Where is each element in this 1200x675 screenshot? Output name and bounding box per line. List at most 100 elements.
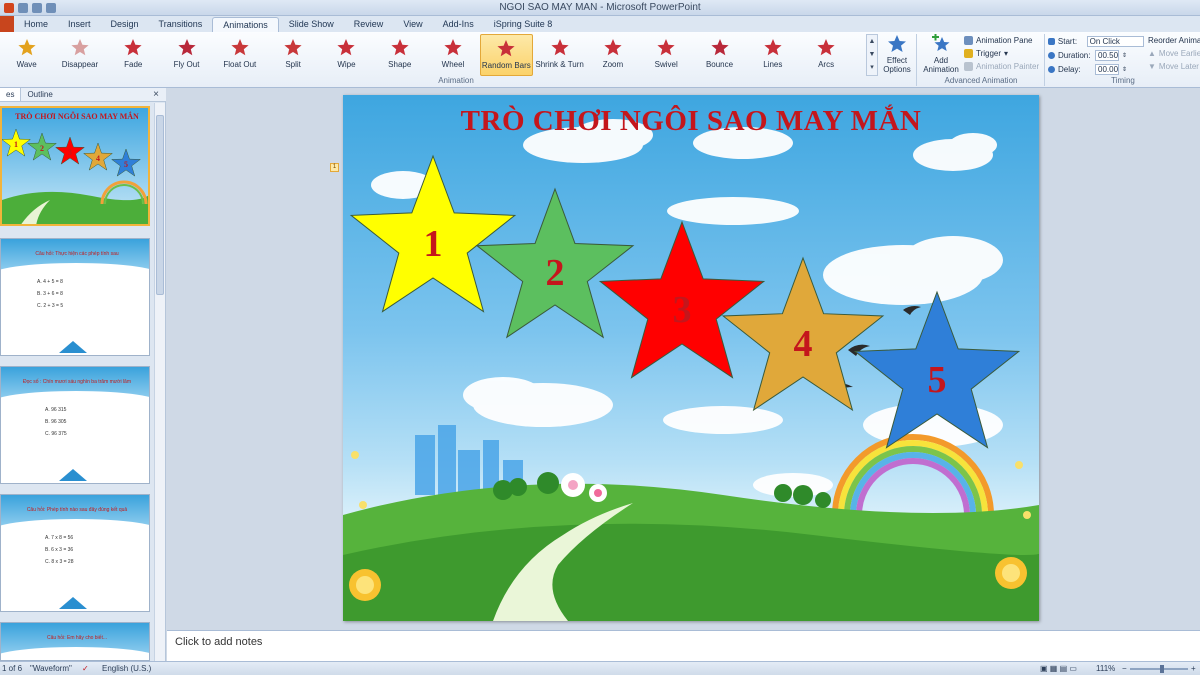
thumbnail-star-number: 4 [96,154,100,163]
animation-lines[interactable]: Lines [746,34,799,76]
effect-options-icon [888,35,906,52]
animation-arcs[interactable]: Arcs [799,34,852,76]
ribbon-separator [916,34,917,86]
slide-canvas[interactable]: 1 2 3 4 5 TRÒ CHƠI NGÔI SAO MAY MẮN [343,95,1039,621]
zoom-in-icon[interactable]: + [1191,664,1196,673]
zoom-slider-knob[interactable] [1160,665,1164,673]
animation-label: Shrink & Turn [535,60,584,69]
animation-painter-button[interactable]: Animation Painter [964,60,1044,73]
language-indicator[interactable]: English (U.S.) [102,664,151,673]
animation-label: Disappear [61,60,99,69]
animation-label: Shape [388,60,412,69]
move-earlier-button[interactable]: ▲ Move Earlier [1148,47,1200,60]
delay-spinner[interactable]: ⇕ [1122,66,1127,73]
animation-pane-icon [964,36,973,45]
star-icon [817,39,835,56]
animation-pane-button[interactable]: Animation Pane [964,34,1044,47]
animation-swivel[interactable]: Swivel [640,34,693,76]
tab-design[interactable]: Design [101,17,149,32]
star-icon [284,39,302,56]
delay-icon [1048,65,1055,73]
animation-label: Wave [16,60,37,69]
animation-shrink-turn[interactable]: Shrink & Turn [533,34,586,76]
animation-disappear[interactable]: Disappear [53,34,106,76]
thumbnail-title: TRÒ CHƠI NGÔI SAO MAY MẮN [15,112,139,121]
tab-ispring[interactable]: iSpring Suite 8 [484,17,563,32]
animation-split[interactable]: Split [266,34,319,76]
notes-placeholder[interactable]: Click to add notes [175,636,262,648]
start-icon [1048,37,1055,45]
view-buttons[interactable]: ▣ ▦ ▤ ▭ [1040,664,1077,673]
thumbnail-option: A. 4 + 5 = 8 [37,279,63,285]
effect-options-button[interactable]: Effect Options [880,34,914,76]
tab-view[interactable]: View [393,17,432,32]
panel-scrollbar[interactable] [154,103,165,661]
star-icon [764,39,782,56]
animation-order-marker[interactable]: 1 [330,163,339,172]
star-icon [177,39,196,56]
notes-pane[interactable]: Click to add notes [167,630,1200,661]
star-icon [444,39,462,56]
gallery-scroll[interactable]: ▲ ▼ ▾ [866,34,878,76]
thumbnail-option: B. 3 + 6 = 8 [37,291,63,297]
star-icon [231,39,249,56]
star-2[interactable]: 2 [475,187,635,339]
star-number: 2 [546,252,565,294]
tab-add-ins[interactable]: Add-Ins [433,17,484,32]
animation-shape[interactable]: Shape [373,34,426,76]
window-title: NGOI SAO MAY MAN - Microsoft PowerPoint [499,2,701,13]
move-later-button[interactable]: ▼ Move Later [1148,60,1200,73]
thumbnail-question: Câu hỏi: Phép tính nào sau đây đúng kết … [26,507,128,513]
zoom-slider[interactable] [1130,668,1188,670]
thumbnail-option: A. 96 315 [45,407,67,413]
add-animation-label: Add Animation [923,56,959,74]
animation-wipe[interactable]: Wipe [320,34,373,76]
slide-thumbnail-5[interactable]: Câu hỏi: Em hãy cho biết... [0,622,150,661]
scrollbar-thumb[interactable] [156,115,164,295]
animation-fade[interactable]: Fade [107,34,160,76]
star-icon [551,39,569,56]
delay-input[interactable]: 00.00 [1095,63,1119,75]
animation-zoom[interactable]: Zoom [586,34,639,76]
start-dropdown[interactable]: On Click [1086,35,1144,47]
duration-spinner[interactable]: ⇕ [1122,52,1127,59]
tab-review[interactable]: Review [344,17,394,32]
file-tab[interactable] [0,16,14,32]
animation-bounce[interactable]: Bounce [693,34,746,76]
status-bar: 1 of 6 "Waveform" ✓ English (U.S.) ▣ ▦ ▤… [0,661,1200,675]
slide-thumbnail-2[interactable]: Câu hỏi: Thực hiện các phép tính sau A. … [0,238,150,356]
spellcheck-icon[interactable]: ✓ [82,664,89,673]
animation-wave[interactable]: Wave [0,34,53,76]
slide-thumbnail-1[interactable]: TRÒ CHƠI NGÔI SAO MAY MẮN 1 2 3 4 5 [0,106,150,226]
thumbnail-option: B. 96 305 [45,419,67,425]
add-animation-button[interactable]: Add Animation [920,34,962,76]
tab-home[interactable]: Home [14,17,58,32]
tab-outline[interactable]: Outline [21,88,58,101]
slides-panel: es Outline × TRÒ CHƠI NGÔI SAO MAY MẮN 1… [0,88,166,661]
zoom-out-icon[interactable]: − [1122,664,1127,673]
animation-random-bars[interactable]: Random Bars [479,34,533,76]
animation-label: Zoom [602,60,624,69]
animation-fly-out[interactable]: Fly Out [160,34,213,76]
rainbow [832,434,994,516]
tab-insert[interactable]: Insert [58,17,101,32]
tab-transitions[interactable]: Transitions [149,17,213,32]
slide-title[interactable]: TRÒ CHƠI NGÔI SAO MAY MẮN [343,105,1039,138]
tab-slide-show[interactable]: Slide Show [279,17,344,32]
duration-input[interactable]: 00.50 [1095,49,1119,61]
tab-slides[interactable]: es [0,88,22,101]
thumbnail-option: B. 6 x 3 = 36 [45,547,74,553]
star-number: 3 [673,289,692,331]
close-icon[interactable]: × [153,89,159,100]
tab-animations[interactable]: Animations [212,17,279,32]
slide-thumbnail-4[interactable]: Câu hỏi: Phép tính nào sau đây đúng kết … [0,494,150,612]
slide-thumbnail-3[interactable]: Đọc số : Chín mươi sáu nghìn ba trăm mườ… [0,366,150,484]
animation-float-out[interactable]: Float Out [213,34,266,76]
star-number: 1 [424,223,443,265]
trigger-button[interactable]: Trigger ▾ [964,47,1044,60]
zoom-level[interactable]: 111% [1096,664,1115,673]
animation-label: Random Bars [481,61,531,70]
group-label-timing: Timing [1111,76,1135,85]
ribbon: Wave Disappear Fade Fly Out Float Out Split Wi… [0,32,1200,88]
animation-wheel[interactable]: Wheel [426,34,479,76]
